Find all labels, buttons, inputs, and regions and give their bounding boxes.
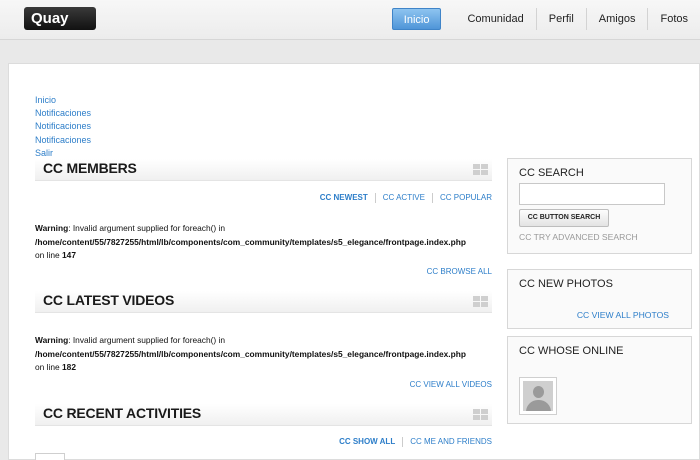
site-logo[interactable]: Quay — [24, 7, 96, 30]
nav-item-inicio[interactable]: Inicio — [391, 8, 442, 30]
warning-path: /home/content/55/7827255/html/lb/compone… — [35, 236, 466, 247]
members-warning: Warning: Invalid argument supplied for f… — [35, 222, 505, 263]
grid-icon — [473, 409, 488, 421]
main-nav: Inicio Comunidad Perfil Amigos Fotos — [391, 8, 700, 30]
tab-active[interactable]: CC ACTIVE — [376, 193, 433, 203]
videos-header: CC LATEST VIDEOS — [35, 291, 492, 313]
tab-me-and-friends[interactable]: CC ME AND FRIENDS — [403, 437, 492, 447]
online-title: CC WHOSE ONLINE — [519, 345, 624, 357]
view-all-photos-link[interactable]: CC VIEW ALL PHOTOS — [577, 310, 669, 320]
top-bar: Quay Inicio Comunidad Perfil Amigos Foto… — [0, 0, 700, 40]
videos-title: CC LATEST VIDEOS — [43, 292, 175, 308]
search-button[interactable]: CC BUTTON SEARCH — [519, 209, 609, 227]
nav-item-amigos[interactable]: Amigos — [587, 8, 649, 30]
activities-header: CC RECENT ACTIVITIES — [35, 404, 492, 426]
advanced-search-link[interactable]: CC TRY ADVANCED SEARCH — [519, 232, 638, 242]
videos-warning: Warning: Invalid argument supplied for f… — [35, 334, 505, 375]
user-menu: Inicio Notificaciones Notificaciones Not… — [35, 94, 91, 160]
nav-item-comunidad[interactable]: Comunidad — [455, 8, 537, 30]
warning-line-prefix: on line — [35, 362, 63, 372]
warning-label: Warning — [35, 335, 69, 345]
search-input[interactable] — [519, 183, 665, 205]
tab-show-all[interactable]: CC SHOW ALL — [332, 437, 404, 447]
warning-text: : Invalid argument supplied for foreach(… — [68, 335, 226, 345]
members-title: CC MEMBERS — [43, 160, 137, 176]
view-all-videos-link[interactable]: CC VIEW ALL VIDEOS — [410, 380, 492, 389]
warning-line: 182 — [62, 362, 76, 372]
activity-avatar — [35, 453, 65, 460]
browse-all-link[interactable]: CC BROWSE ALL — [427, 267, 492, 276]
tab-popular[interactable]: CC POPULAR — [433, 193, 492, 203]
warning-label: Warning — [35, 223, 69, 233]
warning-line-prefix: on line — [35, 250, 63, 260]
menu-link-notificaciones[interactable]: Notificaciones — [35, 134, 91, 147]
grid-icon — [473, 296, 488, 308]
photos-box: CC NEW PHOTOS CC VIEW ALL PHOTOS — [507, 269, 692, 329]
menu-link-notificaciones[interactable]: Notificaciones — [35, 107, 91, 120]
nav-item-perfil[interactable]: Perfil — [537, 8, 587, 30]
warning-path: /home/content/55/7827255/html/lb/compone… — [35, 348, 466, 359]
members-header: CC MEMBERS — [35, 159, 492, 181]
online-box: CC WHOSE ONLINE — [507, 336, 692, 424]
activities-title: CC RECENT ACTIVITIES — [43, 405, 202, 421]
members-tabs: CC NEWEST CC ACTIVE CC POPULAR — [313, 193, 492, 203]
grid-icon — [473, 164, 488, 176]
nav-item-fotos[interactable]: Fotos — [648, 8, 700, 30]
tab-newest[interactable]: CC NEWEST — [313, 193, 376, 203]
menu-link-notificaciones[interactable]: Notificaciones — [35, 120, 91, 133]
avatar[interactable] — [519, 377, 557, 415]
search-box: CC SEARCH CC BUTTON SEARCH CC TRY ADVANC… — [507, 158, 692, 254]
photos-title: CC NEW PHOTOS — [519, 278, 613, 290]
menu-link-inicio[interactable]: Inicio — [35, 94, 91, 107]
warning-line: 147 — [62, 250, 76, 260]
warning-text: : Invalid argument supplied for foreach(… — [68, 223, 226, 233]
search-title: CC SEARCH — [519, 167, 584, 179]
user-placeholder-icon — [523, 381, 553, 411]
activities-tabs: CC SHOW ALL CC ME AND FRIENDS — [332, 437, 492, 447]
